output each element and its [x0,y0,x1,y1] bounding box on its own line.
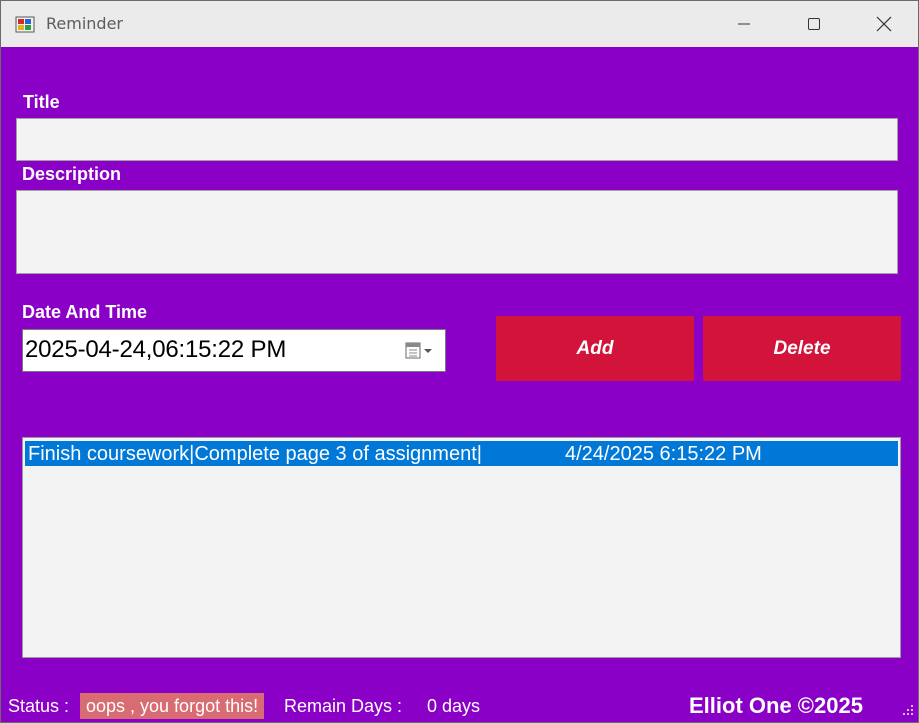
datetime-value: 2025-04-24,06:15:22 PM [25,336,287,363]
window-title: Reminder [46,14,123,33]
title-bar[interactable]: Reminder [1,1,918,47]
datetime-label: Date And Time [22,302,148,322]
app-icon [15,16,35,33]
description-label: Description [22,164,122,184]
resize-grip-icon[interactable] [899,701,915,717]
brand-label: Elliot One ©2025 [689,693,863,718]
datetime-picker[interactable]: 2025-04-24,06:15:22 PM [22,329,446,372]
maximize-button[interactable] [779,1,849,47]
list-item-date: 4/24/2025 6:15:22 PM [565,443,762,465]
title-input[interactable] [16,118,898,161]
reminder-list[interactable]: Finish coursework|Complete page 3 of ass… [22,437,901,658]
close-icon [876,16,892,32]
remain-days-value: 0 days [427,696,481,716]
status-label: Status : [8,696,70,716]
description-input[interactable] [16,190,898,274]
remain-days-label: Remain Days : [284,696,403,716]
reminder-window: Reminder Title Description Date And Time… [0,0,919,723]
minimize-button[interactable] [709,1,779,47]
list-item[interactable]: Finish coursework|Complete page 3 of ass… [25,441,898,466]
title-label: Title [23,92,60,112]
close-button[interactable] [849,1,918,47]
status-bar: Status : oops , you forgot this! Remain … [1,691,918,722]
calendar-dropdown-icon[interactable] [403,340,439,362]
list-item-text: Finish coursework|Complete page 3 of ass… [28,443,482,465]
add-button[interactable]: Add [496,316,694,381]
delete-button[interactable]: Delete [703,316,901,381]
status-badge: oops , you forgot this! [80,693,265,719]
minimize-icon [738,23,750,25]
maximize-icon [808,18,820,30]
